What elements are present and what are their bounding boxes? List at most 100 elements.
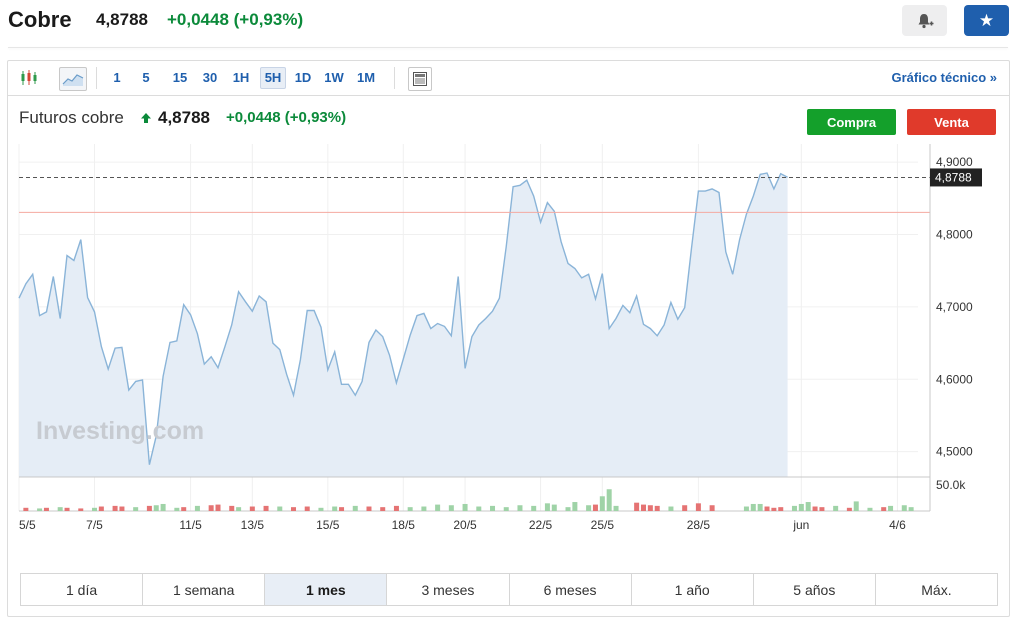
volume-bar [98,506,104,511]
range-button[interactable]: Máx. [876,574,997,605]
volume-bar [277,506,283,511]
volume-bar [819,507,825,511]
time-range-selector: 1 día 1 semana 1 mes 3 meses 6 meses 1 año 5 a… [20,573,998,606]
volume-bar [263,505,269,511]
current-price-label: 4,8788 [935,170,972,184]
x-tick-label: 28/5 [687,518,711,532]
range-button[interactable]: 1 mes [265,574,388,605]
volume-bar [490,505,496,511]
x-tick-label: 20/5 [453,518,477,532]
volume-bar [599,496,605,511]
x-tick-label: 25/5 [591,518,615,532]
volume-bar [421,506,427,511]
instrument-name: Futuros cobre [19,108,124,127]
y-tick-label: 4,8000 [936,227,973,241]
volume-bar [37,508,43,511]
header-change: +0,0448 (+0,93%) [167,10,304,29]
volume-bar [366,506,372,511]
up-arrow-icon [141,113,151,123]
volume-bar [695,503,701,511]
volume-bar [503,507,509,511]
volume-bar [112,505,118,511]
volume-tick-label: 50.0k [936,478,966,492]
x-tick-label: 5/5 [19,518,36,532]
volume-bar [791,505,797,511]
volume-bar [435,504,441,511]
volume-bar [229,505,235,511]
volume-bar [565,507,571,511]
volume-bar [476,506,482,511]
volume-bar [846,507,852,511]
x-tick-label: 22/5 [529,518,553,532]
volume-bar [709,505,715,511]
volume-bar [318,507,324,511]
volume-bar [517,505,523,511]
volume-bar [668,506,674,511]
volume-bar [119,506,125,511]
x-tick-label: 18/5 [392,518,416,532]
volume-bar [647,505,653,511]
x-tick-label: 13/5 [241,518,265,532]
volume-bar [448,505,454,511]
volume-bar [544,503,550,511]
x-tick-label: 4/6 [889,518,906,532]
range-button[interactable]: 5 años [754,574,876,605]
volume-bar [291,507,297,511]
volume-bar [78,508,84,511]
add-alert-button[interactable] [902,5,947,36]
volume-bar [174,507,180,511]
volume-bar [194,505,200,511]
volume-bar [908,507,914,511]
volume-bar [531,505,537,511]
volume-bar [764,506,770,511]
volume-bar [881,507,887,511]
page-title: Cobre [8,7,72,32]
volume-bar [160,503,166,511]
volume-bar [380,507,386,511]
volume-bar [407,507,413,511]
x-tick-label: 15/5 [316,518,340,532]
bell-plus-icon [918,13,933,28]
volume-bar [757,503,763,511]
volume-bar [771,507,777,511]
instrument-change: +0,0448 (+0,93%) [226,109,347,126]
volume-bar [654,505,660,511]
x-tick-label: 11/5 [179,518,202,532]
volume-bar [339,507,345,511]
y-tick-label: 4,9000 [936,155,973,169]
volume-bar [888,505,894,511]
volume-bar [682,505,688,511]
instrument-price: 4,8788 [158,108,210,127]
volume-bar [153,505,159,511]
volume-bar [805,502,811,511]
volume-bar [91,507,97,511]
volume-bar [606,489,612,511]
volume-bar [812,506,818,511]
price-chart: Investing.com 4,9000 4,8000 4,7000 4,6000 4,5… [18,144,982,532]
volume-bar [181,507,187,511]
volume-bar [57,507,63,511]
sell-button[interactable]: Venta [907,109,996,135]
star-icon: ★ [978,10,995,30]
volume-bar [23,507,29,511]
volume-bar [634,502,640,511]
volume-bar [64,507,70,511]
volume-bar [613,505,619,511]
volume-bar [743,506,749,511]
volume-bar [146,505,152,511]
watchlist-star-button[interactable]: ★ [964,5,1009,36]
range-button[interactable]: 3 meses [387,574,510,605]
x-tick-label: jun [792,518,809,532]
volume-bar [332,506,338,511]
volume-bar [249,506,255,511]
volume-bar [867,507,873,511]
buy-button[interactable]: Compra [807,109,896,135]
volume-bar [833,505,839,511]
range-button[interactable]: 6 meses [510,574,632,605]
range-button[interactable]: 1 día [21,574,144,605]
volume-bar [393,505,399,511]
range-button[interactable]: 1 año [632,574,754,605]
range-button[interactable]: 1 semana [143,574,266,605]
volume-bar [592,504,598,511]
volume-bar [133,507,139,511]
